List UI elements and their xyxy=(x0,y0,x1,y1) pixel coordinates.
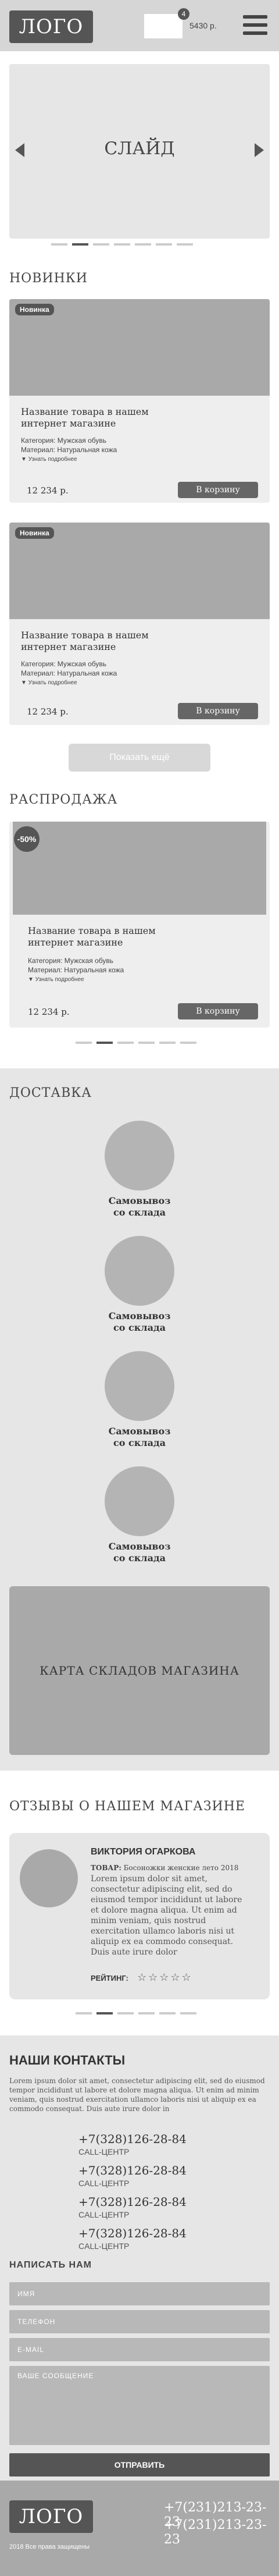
logo[interactable]: ЛОГО xyxy=(9,10,93,43)
contacts-text: Lorem ipsum dolor sit amet, consectetur … xyxy=(9,2077,265,2113)
product-category: Категория: Мужская обувь xyxy=(21,436,106,445)
rating-label: РЕЙТИНГ: xyxy=(91,1974,128,1982)
menu-icon[interactable] xyxy=(243,15,267,35)
cart-icon[interactable] xyxy=(144,14,183,38)
slider-dot[interactable] xyxy=(156,243,172,246)
product-category: Категория: Мужская обувь xyxy=(28,957,113,965)
slider-dot[interactable] xyxy=(180,2012,196,2014)
slider-dot[interactable] xyxy=(138,2012,155,2014)
slider-dot-active[interactable] xyxy=(72,243,88,246)
slider-dot[interactable] xyxy=(117,1042,134,1044)
product-material: Материал: Натуральная кожа xyxy=(28,966,124,974)
rating-stars-icon: ☆☆☆☆☆ xyxy=(137,1971,193,1983)
delivery-label: Самовывоз со склада xyxy=(108,1310,171,1333)
product-more-link[interactable]: ▼ Узнать подробнее xyxy=(21,680,77,686)
delivery-label: Самовывоз со склада xyxy=(108,1541,171,1564)
sale-slider-dots xyxy=(76,1042,196,1044)
slider-dots xyxy=(51,243,193,246)
cart-sum: 5430 р. xyxy=(189,21,217,30)
product-card: Новинка Название товара в нашем интернет… xyxy=(9,299,270,503)
footer: ЛОГО 2018 Все права защищены +7(231)213-… xyxy=(0,2481,279,2576)
reviewer-name: ВИКТОРИЯ ОГАРКОВА xyxy=(91,1847,196,1857)
slider-dot[interactable] xyxy=(177,243,193,246)
product-price: 12 234 р. xyxy=(28,1007,70,1017)
write-us-title: НАПИСАТЬ НАМ xyxy=(9,2260,92,2270)
new-badge: Новинка xyxy=(15,527,54,539)
phone-number[interactable]: +7(328)126-28-84 xyxy=(78,2163,187,2177)
slider-dot-active[interactable] xyxy=(96,2012,113,2014)
product-more-link[interactable]: ▼ Узнать подробнее xyxy=(28,976,84,983)
slider-next-arrow-icon[interactable] xyxy=(255,143,264,157)
cart-count-badge: 4 xyxy=(178,8,189,20)
sale-section-title: РАСПРОДАЖА xyxy=(9,793,118,807)
product-more-link[interactable]: ▼ Узнать подробнее xyxy=(21,456,77,463)
slider-label: СЛАЙД xyxy=(104,138,175,159)
phone-caption: CALL-ЦЕНТР xyxy=(78,2210,130,2219)
product-price: 12 234 р. xyxy=(27,485,69,496)
product-price: 12 234 р. xyxy=(27,706,69,717)
show-more-button[interactable]: Показать ещё xyxy=(69,744,210,772)
footer-phone[interactable]: +7(231)213-23-23 xyxy=(164,2518,279,2547)
review-text: Lorem ipsum dolor sit amet, consectetur … xyxy=(91,1874,242,1957)
slider-dot[interactable] xyxy=(138,1042,155,1044)
new-section-title: НОВИНКИ xyxy=(9,271,88,286)
name-field[interactable]: ИМЯ xyxy=(9,2282,270,2305)
main-slider: СЛАЙД xyxy=(9,64,270,239)
delivery-icon xyxy=(105,1236,174,1306)
phone-caption: CALL-ЦЕНТР xyxy=(78,2241,130,2251)
product-material: Материал: Натуральная кожа xyxy=(21,669,117,677)
add-to-cart-button[interactable]: В корзину xyxy=(178,703,258,719)
product-image[interactable] xyxy=(13,822,266,915)
warehouse-map[interactable]: КАРТА СКЛАДОВ МАГАЗИНА xyxy=(9,1586,270,1755)
product-name[interactable]: Название товара в нашем интернет магазин… xyxy=(21,630,172,653)
reviews-slider-dots xyxy=(76,2012,196,2014)
message-field[interactable]: ВАШЕ СООБЩЕНИЕ xyxy=(9,2366,270,2445)
slider-dot-active[interactable] xyxy=(96,1042,113,1044)
slider-dot[interactable] xyxy=(159,1042,176,1044)
product-material: Материал: Натуральная кожа xyxy=(21,446,117,454)
send-button[interactable]: ОТПРАВИТЬ xyxy=(9,2453,270,2476)
delivery-icon xyxy=(105,1466,174,1536)
product-name[interactable]: Название товара в нашем интернет магазин… xyxy=(21,406,172,429)
delivery-label: Самовывоз со склада xyxy=(108,1426,171,1448)
phone-caption: CALL-ЦЕНТР xyxy=(78,2147,130,2156)
slider-dot[interactable] xyxy=(117,2012,134,2014)
contacts-title: НАШИ КОНТАКТЫ xyxy=(9,2053,126,2067)
slider-dot[interactable] xyxy=(93,243,109,246)
slider-dot[interactable] xyxy=(76,1042,92,1044)
delivery-title: ДОСТАВКА xyxy=(9,1086,92,1100)
add-to-cart-button[interactable]: В корзину xyxy=(178,1003,258,1019)
contacts-section: НАШИ КОНТАКТЫ Lorem ipsum dolor sit amet… xyxy=(0,2035,279,2481)
product-name[interactable]: Название товара в нашем интернет магазин… xyxy=(28,925,179,948)
delivery-label: Самовывоз со склада xyxy=(108,1195,171,1218)
slider-dot[interactable] xyxy=(76,2012,92,2014)
product-card: Новинка Название товара в нашем интернет… xyxy=(9,523,270,725)
phone-field[interactable]: ТЕЛЕФОН xyxy=(9,2310,270,2333)
avatar xyxy=(20,1849,78,1907)
phone-caption: CALL-ЦЕНТР xyxy=(78,2179,130,2188)
delivery-section: ДОСТАВКА Самовывоз со склада Самовывоз со … xyxy=(0,1068,279,1771)
phone-number[interactable]: +7(328)126-28-84 xyxy=(78,2132,187,2146)
copyright: 2018 Все права защищены xyxy=(9,2543,90,2550)
phone-number[interactable]: +7(328)126-28-84 xyxy=(78,2195,187,2209)
delivery-icon xyxy=(105,1351,174,1421)
reviews-title: ОТЗЫВЫ О НАШЕМ МАГАЗИНЕ xyxy=(9,1799,245,1814)
add-to-cart-button[interactable]: В корзину xyxy=(178,482,258,498)
sale-product-card: -50% Название товара в нашем интернет ма… xyxy=(9,822,270,1028)
slider-dot[interactable] xyxy=(180,1042,196,1044)
slider-dot[interactable] xyxy=(114,243,130,246)
review-product: ТОВАР: Босоножки женские лето 2018 xyxy=(91,1864,239,1872)
phone-number[interactable]: +7(328)126-28-84 xyxy=(78,2226,187,2240)
email-field[interactable]: E-MAIL xyxy=(9,2338,270,2361)
footer-logo[interactable]: ЛОГО xyxy=(9,2500,93,2533)
slider-dot[interactable] xyxy=(159,2012,176,2014)
slider-dot[interactable] xyxy=(51,243,67,246)
review-card: ВИКТОРИЯ ОГАРКОВА ТОВАР: Босоножки женск… xyxy=(9,1833,270,1999)
slider-dot[interactable] xyxy=(135,243,151,246)
discount-badge: -50% xyxy=(14,826,40,852)
delivery-icon xyxy=(105,1121,174,1191)
product-category: Категория: Мужская обувь xyxy=(21,660,106,668)
new-badge: Новинка xyxy=(15,304,54,315)
header: ЛОГО 4 5430 р. xyxy=(0,0,279,51)
